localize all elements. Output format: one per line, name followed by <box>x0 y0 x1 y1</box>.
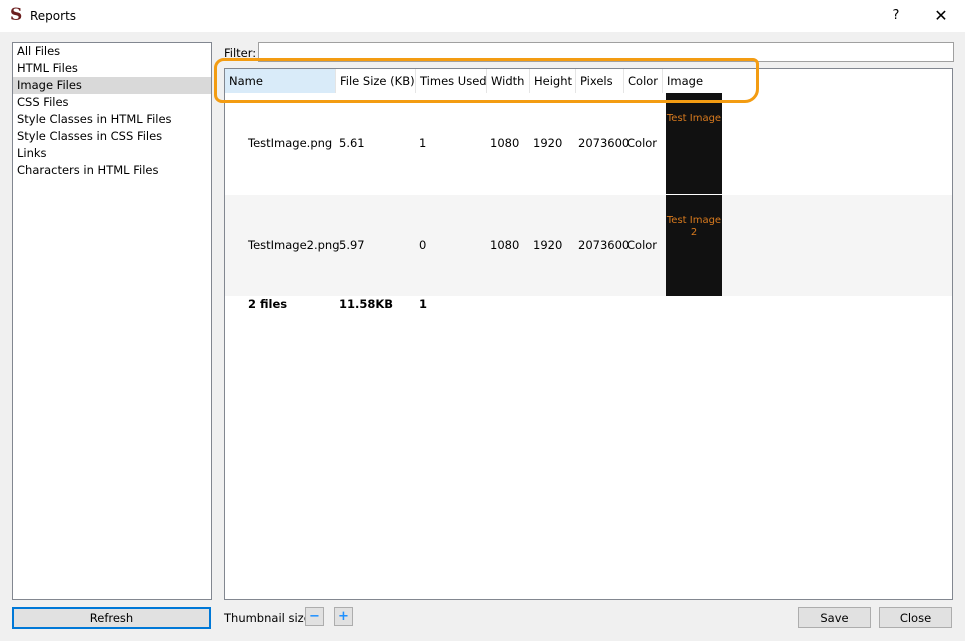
cell-name: TestImage2.png <box>248 238 340 252</box>
sidebar-item-style-classes-html[interactable]: Style Classes in HTML Files <box>13 111 211 128</box>
app-logo-icon: S <box>10 5 23 25</box>
plus-icon: + <box>338 609 349 624</box>
report-type-list[interactable]: All Files HTML Files Image Files CSS Fil… <box>12 42 212 600</box>
table-row[interactable]: TestImage2.png 5.97 0 1080 1920 2073600 … <box>225 195 952 296</box>
cell-size: 5.97 <box>339 238 365 252</box>
total-times-used: 1 <box>419 297 428 311</box>
total-size: 11.58KB <box>339 297 394 311</box>
image-files-table: Name ^ File Size (KB) Times Used Width H… <box>224 68 953 600</box>
window-title: Reports <box>30 9 77 23</box>
sidebar-item-characters-html[interactable]: Characters in HTML Files <box>13 162 211 179</box>
image-thumbnail: Test Image <box>666 93 722 194</box>
column-header-pixels[interactable]: Pixels <box>576 69 624 93</box>
thumbnail-shrink-button[interactable]: − <box>305 607 324 626</box>
sidebar-item-style-classes-css[interactable]: Style Classes in CSS Files <box>13 128 211 145</box>
column-header-image[interactable]: Image <box>663 69 952 93</box>
cell-times-used: 0 <box>419 238 427 252</box>
cell-height: 1920 <box>533 136 563 150</box>
sidebar-item-html-files[interactable]: HTML Files <box>13 60 211 77</box>
close-button[interactable]: Close <box>879 607 952 628</box>
cell-width: 1080 <box>490 238 520 252</box>
column-header-file-size[interactable]: File Size (KB) <box>336 69 416 93</box>
refresh-button[interactable]: Refresh <box>12 607 211 629</box>
sidebar-item-all-files[interactable]: All Files <box>13 43 211 60</box>
filter-label: Filter: <box>224 46 257 60</box>
image-thumbnail: Test Image 2 <box>666 195 722 296</box>
column-header-width[interactable]: Width <box>487 69 530 93</box>
table-row[interactable]: TestImage.png 5.61 1 1080 1920 2073600 C… <box>225 93 952 194</box>
sidebar-item-links[interactable]: Links <box>13 145 211 162</box>
cell-times-used: 1 <box>419 136 427 150</box>
column-header-times-used[interactable]: Times Used <box>416 69 487 93</box>
totals-row: 2 files 11.58KB 1 <box>225 297 952 313</box>
sidebar-item-image-files[interactable]: Image Files <box>13 77 211 94</box>
column-header-height[interactable]: Height <box>530 69 576 93</box>
cell-name: TestImage.png <box>248 136 333 150</box>
minus-icon: − <box>309 609 320 624</box>
cell-pixels: 2073600 <box>578 136 630 150</box>
cell-pixels: 2073600 <box>578 238 630 252</box>
filter-input[interactable] <box>258 42 954 62</box>
thumbnail-size-label: Thumbnail size: <box>224 611 315 625</box>
title-bar: S Reports ? ✕ <box>0 0 965 32</box>
cell-color: Color <box>627 136 658 150</box>
column-header-name[interactable]: Name <box>225 69 336 93</box>
column-header-color[interactable]: Color <box>624 69 663 93</box>
thumbnail-grow-button[interactable]: + <box>334 607 353 626</box>
cell-size: 5.61 <box>339 136 365 150</box>
close-window-button[interactable]: ✕ <box>925 3 957 29</box>
cell-height: 1920 <box>533 238 563 252</box>
cell-width: 1080 <box>490 136 520 150</box>
sidebar-item-css-files[interactable]: CSS Files <box>13 94 211 111</box>
cell-color: Color <box>627 238 658 252</box>
table-header: Name ^ File Size (KB) Times Used Width H… <box>225 69 952 93</box>
help-button[interactable]: ? <box>881 3 911 29</box>
total-files: 2 files <box>248 297 288 311</box>
save-button[interactable]: Save <box>798 607 871 628</box>
